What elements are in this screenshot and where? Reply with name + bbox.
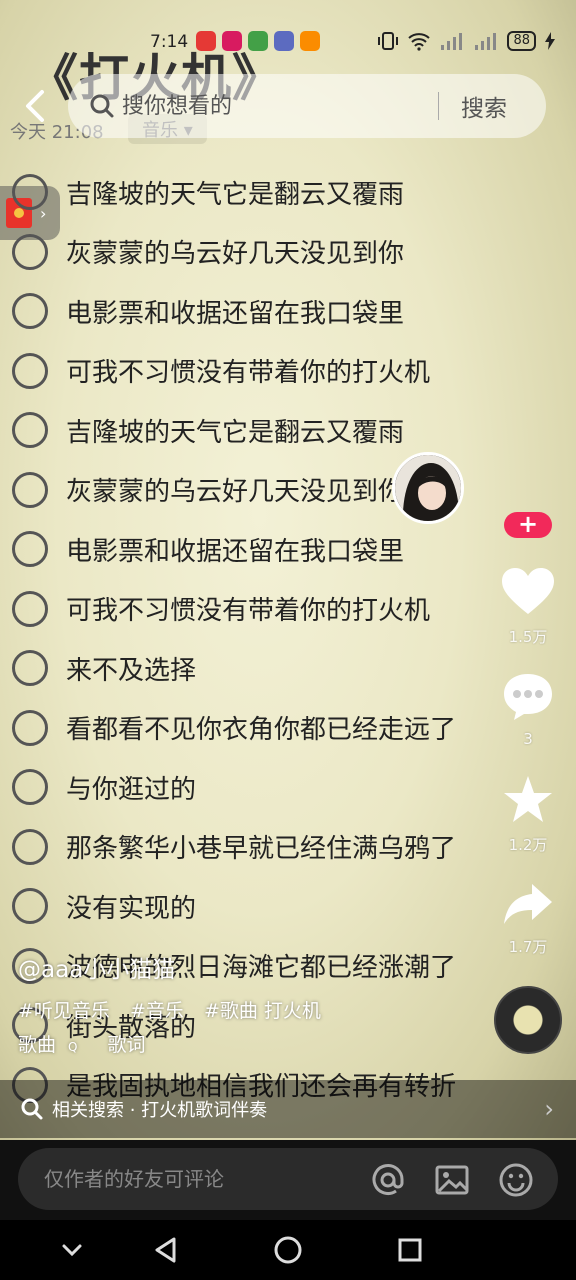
video-app-icon	[196, 31, 216, 51]
recents-square-icon[interactable]	[394, 1234, 426, 1266]
comment-bubble-icon	[504, 674, 552, 720]
music-disc-icon[interactable]	[494, 986, 562, 1054]
back-arrow-icon[interactable]	[18, 86, 52, 126]
lyric-row[interactable]: 吉隆坡的天气它是翻云又覆雨	[0, 400, 490, 460]
checkbox-circle[interactable]	[12, 293, 48, 329]
battery-level: 88	[507, 31, 536, 51]
lyric-text: 灰蒙蒙的乌云好几天没见到你	[66, 477, 405, 507]
vibrate-icon	[378, 32, 399, 50]
heart-icon	[502, 568, 554, 614]
hashtag[interactable]: #音乐	[130, 1000, 184, 1022]
author-avatar[interactable]	[392, 452, 464, 524]
comment-input[interactable]	[44, 1167, 344, 1191]
lyric-text: 可我不习惯没有带着你的打火机	[66, 358, 431, 388]
lyric-text: 灰蒙蒙的乌云好几天没见到你	[66, 239, 405, 269]
chevron-right-icon: ›	[544, 1095, 554, 1123]
lyric-row[interactable]: 没有实现的	[0, 876, 490, 936]
search-input[interactable]	[122, 93, 422, 119]
player-app-icon	[300, 31, 320, 51]
comment-count: 3	[523, 730, 533, 748]
mention-icon[interactable]	[370, 1162, 406, 1198]
comment-action[interactable]: 3	[496, 670, 560, 748]
like-action[interactable]: 1.5万	[496, 566, 560, 647]
lyric-row[interactable]: 灰蒙蒙的乌云好几天没见到你	[0, 222, 490, 282]
lyric-row[interactable]: 吉隆坡的天气它是翻云又覆雨	[0, 162, 490, 222]
checkbox-circle[interactable]	[12, 828, 48, 865]
image-icon[interactable]	[434, 1162, 470, 1198]
search-button[interactable]: 搜索	[461, 89, 507, 123]
signal-icon	[441, 33, 463, 50]
emoji-icon[interactable]	[498, 1162, 534, 1198]
checkbox-circle[interactable]	[12, 412, 48, 448]
status-time: 7:14	[150, 32, 189, 52]
search-icon	[21, 1098, 43, 1120]
search-bar[interactable]: 搜索	[68, 74, 546, 138]
follow-button[interactable]: +	[504, 512, 552, 538]
checkbox-circle[interactable]	[12, 709, 48, 746]
lyric-text: 来不及选择	[66, 655, 197, 686]
checkbox-circle[interactable]	[12, 590, 48, 627]
wifi-icon	[408, 33, 431, 51]
system-nav-bar	[0, 1220, 576, 1280]
lyric-row[interactable]: 电影票和收据还留在我口袋里	[0, 281, 490, 341]
checkbox-circle[interactable]	[12, 888, 48, 924]
lyric-tag-label: 歌曲	[18, 1034, 57, 1056]
favorite-action[interactable]: 1.2万	[496, 774, 560, 855]
hashtag-list: #听见音乐 #音乐 #歌曲 打火机	[18, 996, 335, 1023]
lyric-tag-lyrics[interactable]: 歌词	[108, 1034, 146, 1056]
checkbox-circle[interactable]	[12, 174, 48, 210]
checkbox-circle[interactable]	[12, 471, 48, 508]
wechat-icon	[248, 31, 268, 51]
lyric-row[interactable]: 那条繁华小巷早就已经住满乌鸦了	[0, 817, 490, 877]
chevron-down-icon[interactable]	[56, 1234, 88, 1266]
lyric-text: 吉隆坡的天气它是翻云又覆雨	[66, 179, 405, 210]
search-icon	[90, 94, 114, 118]
status-indicators: 88	[377, 31, 556, 51]
related-search-bar[interactable]: 相关搜索 · 打火机歌词伴奏 ›	[0, 1080, 576, 1138]
video-background[interactable]: 《打火机》 今天 21:08 音乐 ▾ 7:14 88 搜索 ›	[0, 0, 576, 1140]
star-icon	[504, 776, 552, 822]
lyric-text: 可我不习惯没有带着你的打火机	[66, 596, 431, 626]
checkbox-circle[interactable]	[12, 233, 48, 270]
share-action[interactable]: 1.7万	[496, 880, 560, 957]
lyric-text: 没有实现的	[66, 893, 197, 924]
lyric-row[interactable]: 与你逛过的	[0, 757, 490, 817]
lyric-text: 那条繁华小巷早就已经住满乌鸦了	[66, 834, 457, 864]
comment-box[interactable]	[18, 1148, 558, 1210]
search-divider	[438, 92, 439, 120]
lyric-text: 与你逛过的	[66, 774, 197, 805]
share-count: 1.7万	[508, 938, 548, 956]
like-count: 1.5万	[508, 628, 548, 646]
lyric-tag-song[interactable]: 歌曲 Q	[18, 1034, 89, 1056]
charging-icon	[545, 32, 555, 50]
author-name[interactable]: @aaa小小猫猫	[18, 950, 175, 984]
share-arrow-icon	[504, 884, 552, 924]
lyrics-tag-row: 歌曲 Q 歌词	[18, 1030, 158, 1057]
lyric-text: 吉隆坡的天气它是翻云又覆雨	[66, 417, 405, 448]
lyric-row[interactable]: 可我不习惯没有带着你的打火机	[0, 341, 490, 401]
related-search-text: 相关搜索 · 打火机歌词伴奏	[52, 1100, 268, 1121]
back-triangle-icon[interactable]	[150, 1234, 182, 1266]
huawei-app-icon	[222, 31, 242, 51]
music-app-icon	[274, 31, 294, 51]
checkbox-circle[interactable]	[12, 352, 48, 389]
search-mini-icon: Q	[68, 1040, 78, 1054]
checkbox-circle[interactable]	[12, 769, 48, 805]
lyric-text: 电影票和收据还留在我口袋里	[66, 298, 405, 329]
checkbox-circle[interactable]	[12, 531, 48, 567]
lyric-text: 电影票和收据还留在我口袋里	[66, 536, 405, 567]
checkbox-circle[interactable]	[12, 650, 48, 686]
lyric-row[interactable]: 电影票和收据还留在我口袋里	[0, 519, 490, 579]
lyric-row[interactable]: 可我不习惯没有带着你的打火机	[0, 579, 490, 639]
hashtag[interactable]: #听见音乐	[18, 1000, 110, 1022]
hashtag[interactable]: #歌曲 打火机	[204, 1000, 321, 1022]
favorite-count: 1.2万	[508, 836, 548, 854]
signal-2-icon	[475, 33, 497, 50]
status-app-icons	[196, 31, 320, 51]
lyric-row[interactable]: 来不及选择	[0, 638, 490, 698]
lyric-text: 看都看不见你衣角你都已经走远了	[66, 715, 457, 745]
lyric-row[interactable]: 看都看不见你衣角你都已经走远了	[0, 698, 490, 758]
home-circle-icon[interactable]	[272, 1234, 304, 1266]
comment-area	[0, 1140, 576, 1220]
